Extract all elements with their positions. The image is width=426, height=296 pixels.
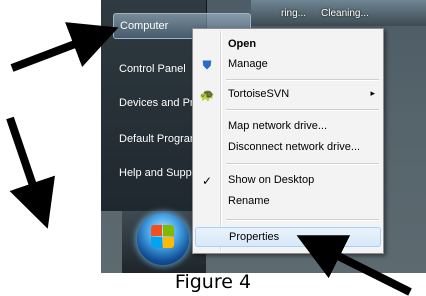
menu-item-properties[interactable]: Properties: [195, 227, 381, 247]
menu-item-rename[interactable]: Rename: [195, 192, 381, 212]
menu-item-tortoisesvn-label: TortoiseSVN: [228, 88, 290, 100]
menu-separator: [226, 79, 379, 81]
menu-item-disconnect-network-drive-label: Disconnect network drive...: [228, 141, 361, 153]
windows-logo-icon: [151, 225, 175, 249]
arrow-to-start-orb: [6, 116, 55, 229]
checkmark-icon: ✓: [201, 174, 213, 188]
menu-separator: [226, 219, 379, 221]
tortoisesvn-icon: 🐢: [199, 88, 215, 102]
top-strip-item-2[interactable]: Cleaning...: [321, 8, 369, 19]
menu-item-open[interactable]: Open: [195, 35, 381, 55]
top-strip-item-1[interactable]: ring...: [281, 8, 306, 19]
menu-item-map-network-drive[interactable]: Map network drive...: [195, 117, 381, 137]
menu-item-properties-label: Properties: [229, 231, 280, 243]
figure-caption: Figure 4: [174, 271, 252, 293]
start-item-computer-label: Computer: [120, 20, 169, 32]
arrow-to-computer: [10, 22, 119, 72]
submenu-arrow-icon: ▸: [370, 88, 375, 98]
menu-item-disconnect-network-drive[interactable]: Disconnect network drive...: [195, 138, 381, 158]
menu-item-open-label: Open: [228, 38, 257, 50]
menu-item-show-on-desktop[interactable]: ✓ Show on Desktop: [195, 171, 381, 191]
menu-item-manage-label: Manage: [228, 58, 268, 70]
menu-item-show-on-desktop-label: Show on Desktop: [228, 174, 315, 186]
menu-item-manage[interactable]: ⛊ Manage: [195, 55, 381, 75]
context-menu: Open ⛊ Manage 🐢 TortoiseSVN ▸ Map networ…: [192, 28, 384, 254]
menu-item-rename-label: Rename: [228, 195, 270, 207]
menu-item-tortoisesvn[interactable]: 🐢 TortoiseSVN ▸: [195, 85, 381, 105]
screenshot-region: ring... Cleaning... Computer Control Pan…: [101, 0, 426, 273]
menu-separator: [226, 163, 379, 165]
shield-icon: ⛊: [202, 58, 212, 72]
taskbar-top-strip: ring... Cleaning...: [251, 0, 426, 26]
menu-item-map-network-drive-label: Map network drive...: [228, 120, 328, 132]
menu-separator: [226, 109, 379, 111]
